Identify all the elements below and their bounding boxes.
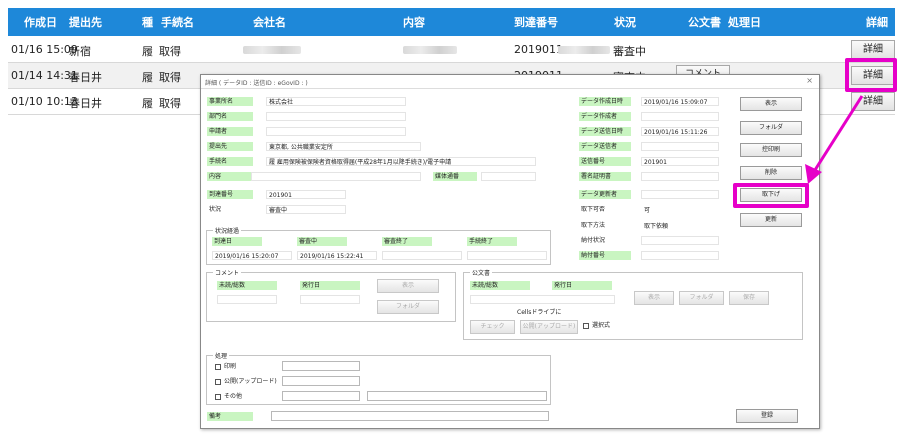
arrow-icon bbox=[805, 95, 864, 184]
